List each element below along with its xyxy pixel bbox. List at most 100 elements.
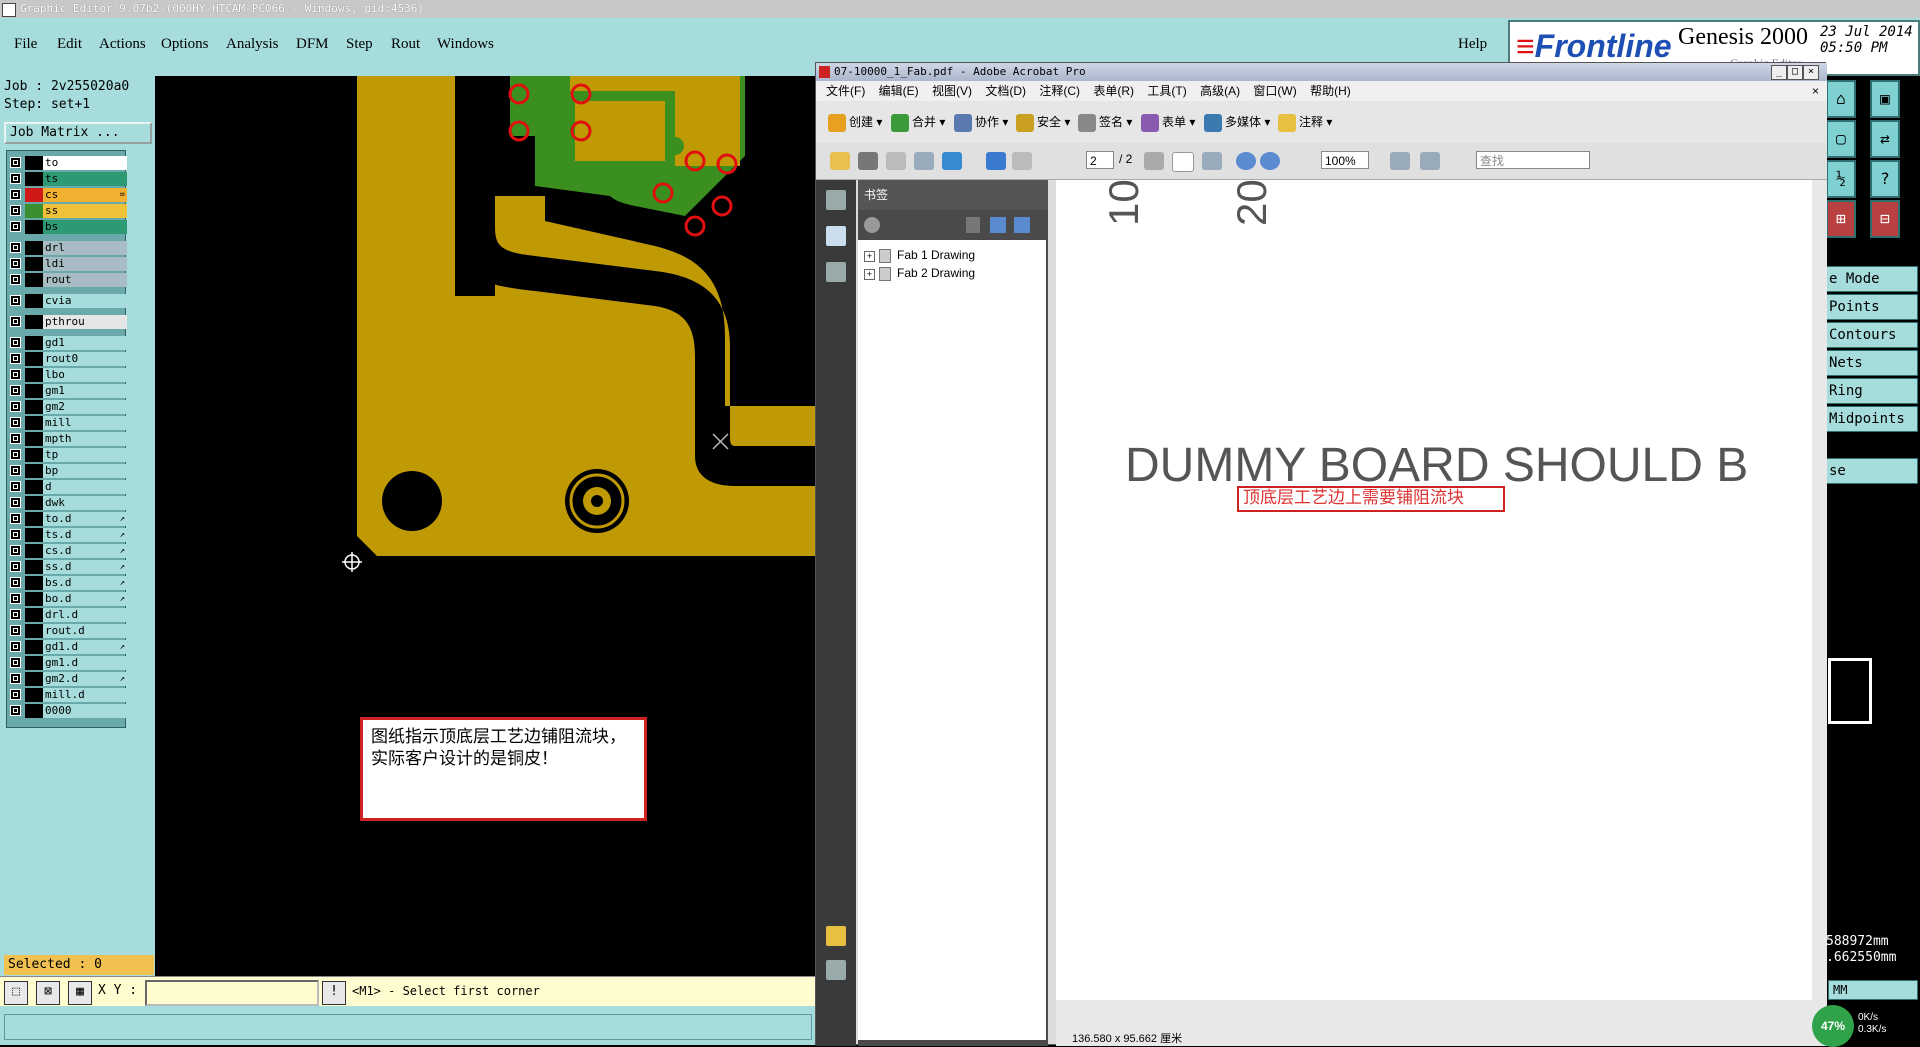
layer-name[interactable]: rout bbox=[43, 273, 127, 287]
layer-color-swatch[interactable] bbox=[25, 368, 45, 382]
layer-checkbox[interactable] bbox=[10, 561, 21, 572]
create-button[interactable]: 创建 ▾ bbox=[828, 113, 882, 132]
layer-checkbox[interactable] bbox=[10, 641, 21, 652]
layer-name[interactable]: mill.d bbox=[43, 688, 127, 702]
layer-name[interactable]: bs.d ↗ bbox=[43, 576, 127, 590]
window-icon[interactable]: ▢ bbox=[1826, 120, 1856, 158]
layer-row[interactable]: lbo bbox=[7, 367, 127, 383]
zoom-area-icon[interactable]: ⊠ bbox=[36, 981, 60, 1005]
layer-name[interactable]: drl.d bbox=[43, 608, 127, 622]
layer-name[interactable]: mpth bbox=[43, 432, 127, 446]
layer-row[interactable]: gd1.d ↗ bbox=[7, 639, 127, 655]
bookmark-fab2[interactable]: + Fab 2 Drawing bbox=[864, 264, 975, 282]
layer-checkbox[interactable] bbox=[10, 481, 21, 492]
ratio-icon[interactable]: ½ bbox=[1826, 160, 1856, 198]
snap-mode-item[interactable]: e Mode bbox=[1826, 266, 1918, 292]
layer-color-swatch[interactable] bbox=[25, 528, 45, 542]
layer-row[interactable]: gm1 bbox=[7, 383, 127, 399]
layer-name[interactable]: gm2 bbox=[43, 400, 127, 414]
layer-checkbox[interactable] bbox=[10, 258, 21, 269]
layer-row[interactable]: rout0 bbox=[7, 351, 127, 367]
expand-icon[interactable]: + bbox=[864, 251, 875, 262]
menu-document-cn[interactable]: 文档(D) bbox=[985, 84, 1026, 98]
collaborate-button[interactable]: 协作 ▾ bbox=[954, 113, 1008, 132]
graphic-canvas[interactable] bbox=[155, 76, 815, 976]
layer-checkbox[interactable] bbox=[10, 189, 21, 200]
layer-color-swatch[interactable] bbox=[25, 241, 45, 255]
page-number-input[interactable]: 2 bbox=[1086, 151, 1114, 169]
print-icon[interactable] bbox=[858, 152, 878, 170]
layer-name[interactable]: bp bbox=[43, 464, 127, 478]
layer-checkbox[interactable] bbox=[10, 337, 21, 348]
save-icon[interactable] bbox=[886, 152, 906, 170]
layer-row[interactable]: mill.d bbox=[7, 687, 127, 703]
layer-color-swatch[interactable] bbox=[25, 464, 45, 478]
grid-icon[interactable]: ▦ bbox=[68, 981, 92, 1005]
layer-color-swatch[interactable] bbox=[25, 640, 45, 654]
units-selector[interactable]: MM bbox=[1828, 980, 1918, 1000]
menu-actions[interactable]: Actions bbox=[99, 36, 146, 53]
minimize-button[interactable]: _ bbox=[1771, 65, 1787, 80]
zoom-out-icon[interactable] bbox=[1236, 152, 1256, 170]
menu-tools-cn[interactable]: 工具(T) bbox=[1147, 84, 1186, 98]
layer-name[interactable]: gm1 bbox=[43, 384, 127, 398]
layer-row[interactable]: ts bbox=[7, 171, 127, 187]
layer-name[interactable]: rout.d bbox=[43, 624, 127, 638]
forms-button[interactable]: 表单 ▾ bbox=[1141, 113, 1195, 132]
layer-name[interactable]: d bbox=[43, 480, 127, 494]
expand-bookmark-icon[interactable] bbox=[1014, 217, 1030, 233]
layer-color-swatch[interactable] bbox=[25, 688, 45, 702]
layer-color-swatch[interactable] bbox=[25, 188, 45, 202]
info-icon[interactable]: ! bbox=[322, 981, 346, 1005]
layer-checkbox[interactable] bbox=[10, 449, 21, 460]
layer-checkbox[interactable] bbox=[10, 385, 21, 396]
layer-name[interactable]: gm1.d bbox=[43, 656, 127, 670]
layer-checkbox[interactable] bbox=[10, 657, 21, 668]
layer-color-swatch[interactable] bbox=[25, 336, 45, 350]
menu-file-cn[interactable]: 文件(F) bbox=[826, 84, 865, 98]
layer-row[interactable]: rout bbox=[7, 272, 127, 288]
layer-color-swatch[interactable] bbox=[25, 257, 45, 271]
new-bookmark-icon[interactable] bbox=[990, 217, 1006, 233]
help-icon[interactable]: ? bbox=[1870, 160, 1900, 198]
find-input[interactable]: 查找 bbox=[1476, 151, 1590, 169]
fit-page-icon[interactable] bbox=[1390, 152, 1410, 170]
xy-input[interactable] bbox=[145, 980, 319, 1006]
layer-checkbox[interactable] bbox=[10, 316, 21, 327]
menu-rout[interactable]: Rout bbox=[391, 36, 420, 53]
layer-checkbox[interactable] bbox=[10, 593, 21, 604]
menu-advanced-cn[interactable]: 高级(A) bbox=[1200, 84, 1240, 98]
menu-analysis[interactable]: Analysis bbox=[226, 36, 279, 53]
close-item[interactable]: se bbox=[1826, 458, 1918, 484]
snap-midpoints-item[interactable]: Midpoints bbox=[1826, 406, 1918, 432]
layer-color-swatch[interactable] bbox=[25, 384, 45, 398]
menu-options[interactable]: Options bbox=[161, 36, 209, 53]
layer-row[interactable]: d bbox=[7, 479, 127, 495]
menu-step[interactable]: Step bbox=[346, 36, 373, 53]
layer-checkbox[interactable] bbox=[10, 353, 21, 364]
layer-checkbox[interactable] bbox=[10, 673, 21, 684]
layer-row[interactable]: gm1.d bbox=[7, 655, 127, 671]
zoom-tool-icon[interactable] bbox=[1202, 152, 1222, 170]
secure-button[interactable]: 安全 ▾ bbox=[1016, 113, 1070, 132]
options-gear-icon[interactable] bbox=[864, 217, 880, 233]
layer-name[interactable]: gm2.d ↗ bbox=[43, 672, 127, 686]
zoom-in-icon[interactable] bbox=[1260, 152, 1280, 170]
layer-checkbox[interactable] bbox=[10, 609, 21, 620]
prev-page-icon[interactable] bbox=[986, 152, 1006, 170]
layer-checkbox[interactable] bbox=[10, 513, 21, 524]
home-icon[interactable]: ⌂ bbox=[1826, 80, 1856, 118]
layer-color-swatch[interactable] bbox=[25, 496, 45, 510]
layer-row[interactable]: to.d ↗ bbox=[7, 511, 127, 527]
layer-name[interactable]: 0000 bbox=[43, 704, 127, 718]
layer-name[interactable]: ts.d ↗ bbox=[43, 528, 127, 542]
menu-help[interactable]: Help bbox=[1458, 36, 1487, 53]
layer-checkbox[interactable] bbox=[10, 497, 21, 508]
hand-tool-icon[interactable] bbox=[1172, 152, 1194, 172]
bookmarks-icon[interactable] bbox=[826, 226, 846, 246]
layer-row[interactable]: drl bbox=[7, 240, 127, 256]
layer-color-swatch[interactable] bbox=[25, 704, 45, 718]
layer-checkbox[interactable] bbox=[10, 295, 21, 306]
layer-color-swatch[interactable] bbox=[25, 672, 45, 686]
layer-row[interactable]: to bbox=[7, 155, 127, 171]
